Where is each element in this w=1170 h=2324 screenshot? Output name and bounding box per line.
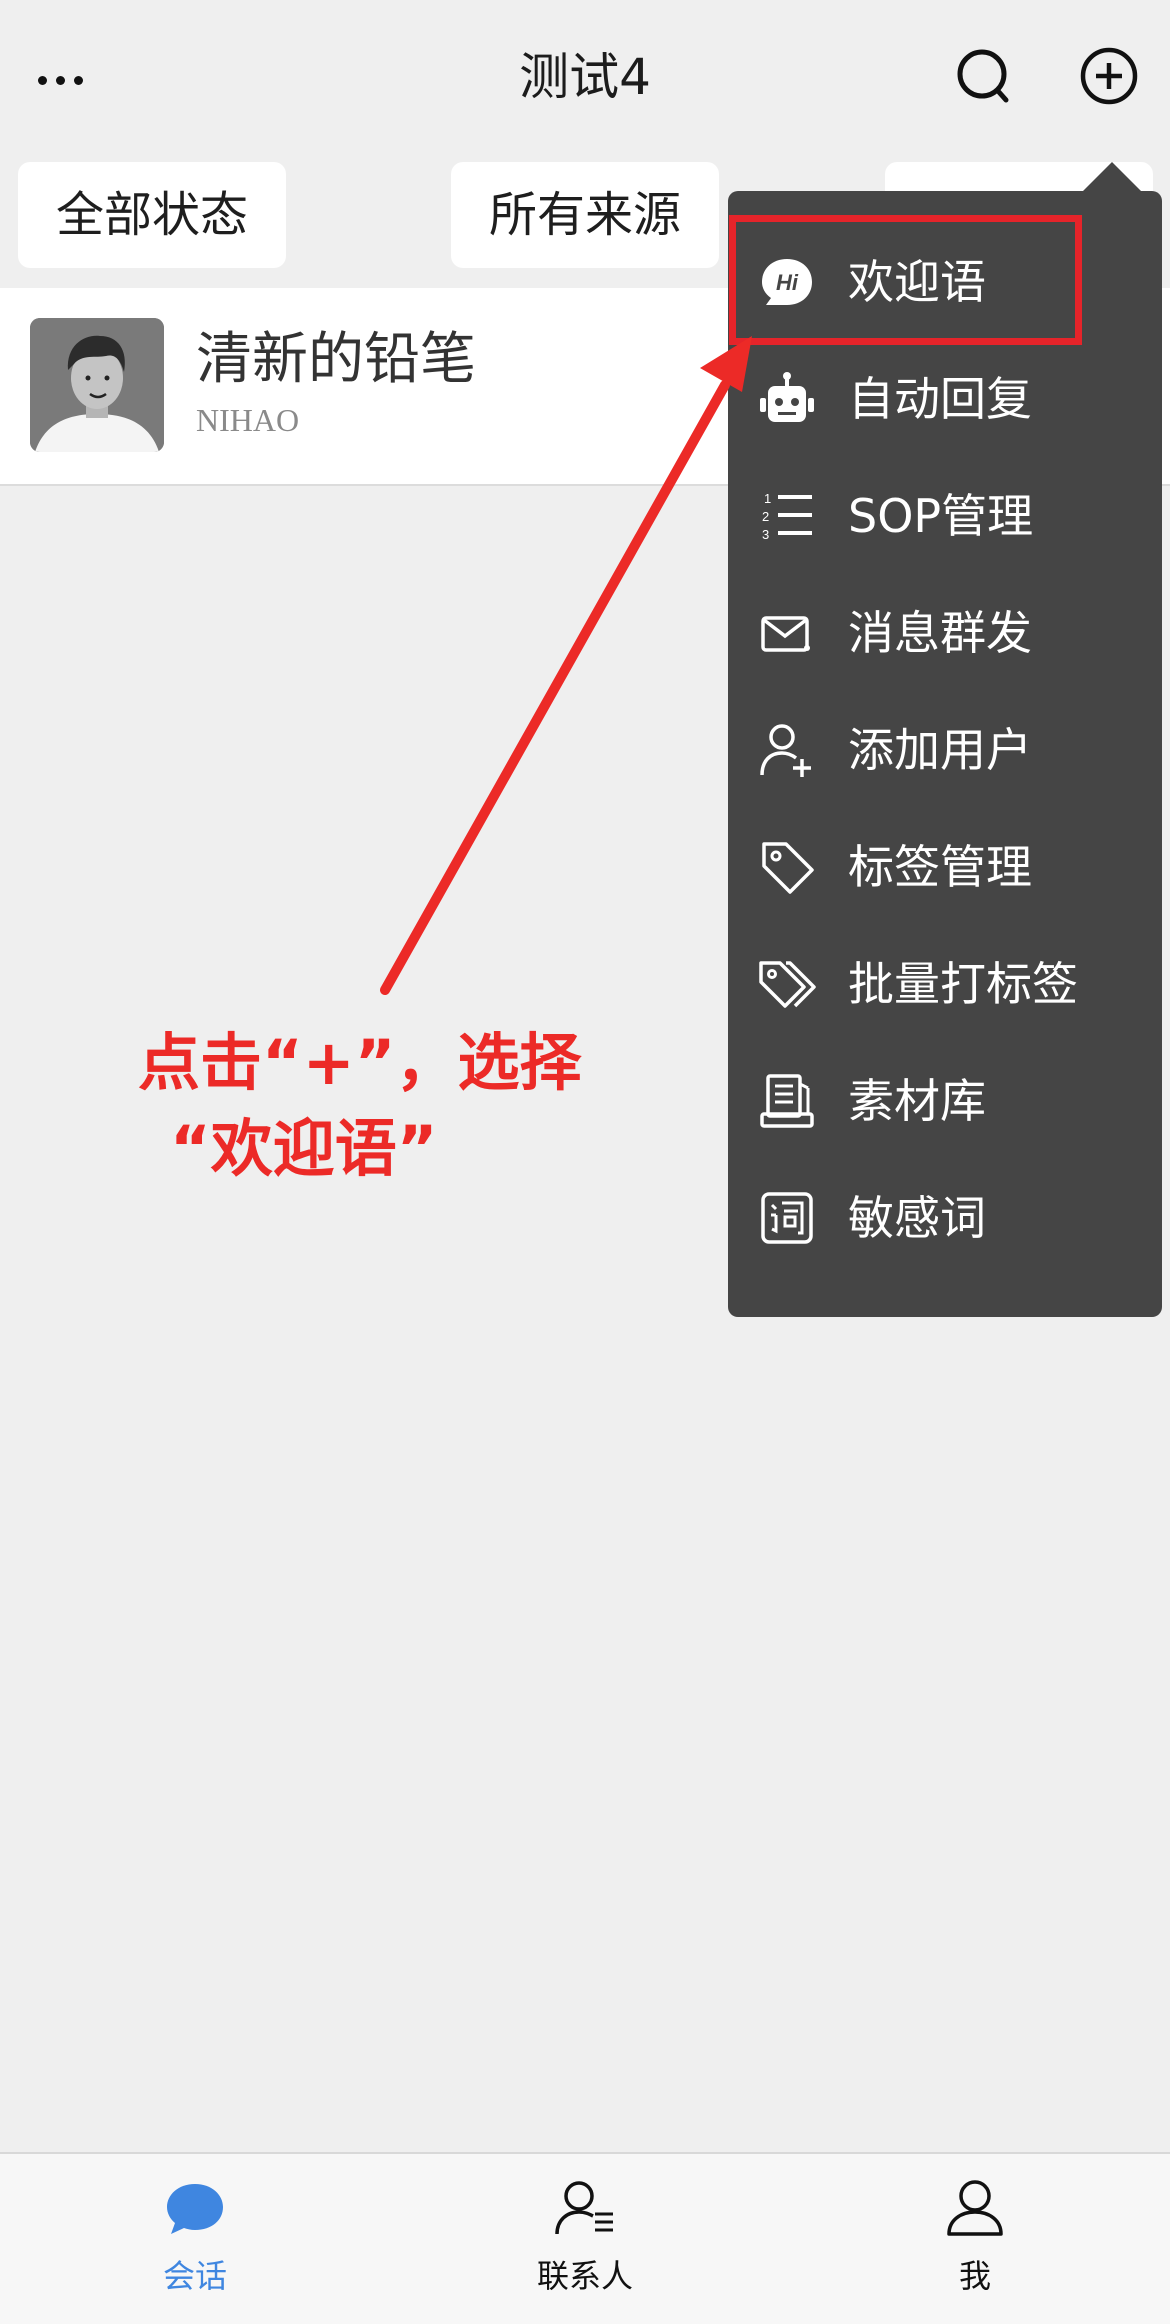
- tab-label: 联系人: [536, 2257, 633, 2295]
- annotation-text: “欢迎语”: [170, 1112, 438, 1185]
- tab-me[interactable]: 我: [875, 2178, 1075, 2308]
- contacts-icon: [555, 2181, 613, 2235]
- tab-chats[interactable]: 会话: [95, 2178, 295, 2308]
- tab-label: 会话: [162, 2257, 227, 2295]
- annotation-text: 点击“+”，选择: [138, 1026, 582, 1099]
- tab-label: 我: [958, 2257, 991, 2295]
- chat-bubble-icon: [167, 2184, 223, 2234]
- person-icon: [947, 2180, 1003, 2236]
- bottom-tab-bar: 会话 联系人 我: [0, 2152, 1170, 2324]
- annotation-arrow: [380, 336, 752, 995]
- tab-contacts[interactable]: 联系人: [485, 2178, 685, 2308]
